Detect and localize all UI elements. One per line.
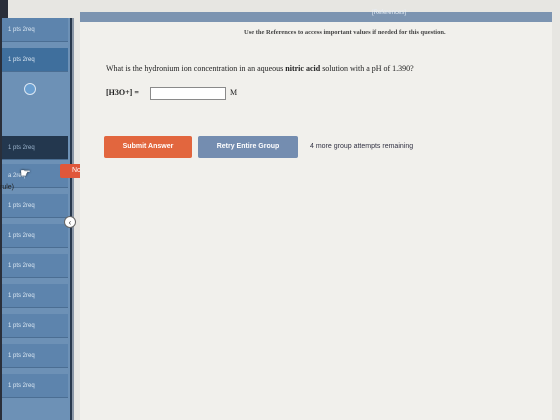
- sidebar-item[interactable]: 1 pts 2req: [2, 48, 68, 72]
- references-link[interactable]: [References]: [372, 10, 406, 16]
- answer-input[interactable]: [150, 87, 226, 100]
- question-panel: [80, 22, 552, 420]
- status-circle-icon[interactable]: [24, 83, 36, 95]
- unit-label: M: [230, 88, 238, 97]
- question-text: What is the hydronium ion concentration …: [106, 64, 414, 73]
- sidebar-item[interactable]: 1 pts 2req: [2, 194, 68, 218]
- sidebar-item[interactable]: 1 pts 2req: [2, 374, 68, 398]
- sidebar-item[interactable]: 1 pts 2req: [2, 344, 68, 368]
- sidebar-item[interactable]: 1 pts 2req: [2, 254, 68, 278]
- retry-group-button[interactable]: Retry Entire Group: [198, 136, 298, 158]
- answer-label: [H3O+] =: [106, 88, 139, 97]
- sidebar: 1 pts 2req 1 pts 2req 1 pts 2req a 2req …: [2, 18, 72, 420]
- sidebar-item[interactable]: 1 pts 2req: [2, 136, 68, 160]
- sidebar-item[interactable]: 1 pts 2req: [2, 224, 68, 248]
- collapse-sidebar-icon[interactable]: ‹: [64, 216, 76, 228]
- sidebar-item[interactable]: 1 pts 2req: [2, 284, 68, 308]
- rule-label: rule): [0, 184, 15, 191]
- top-bar: [80, 12, 552, 22]
- attempts-remaining: 4 more group attempts remaining: [310, 143, 414, 150]
- hand-cursor-icon: ☛: [20, 166, 31, 180]
- submit-answer-button[interactable]: Submit Answer: [104, 136, 192, 158]
- sidebar-item[interactable]: 1 pts 2req: [2, 18, 68, 42]
- references-notice: Use the References to access important v…: [244, 29, 446, 36]
- sidebar-item[interactable]: 1 pts 2req: [2, 314, 68, 338]
